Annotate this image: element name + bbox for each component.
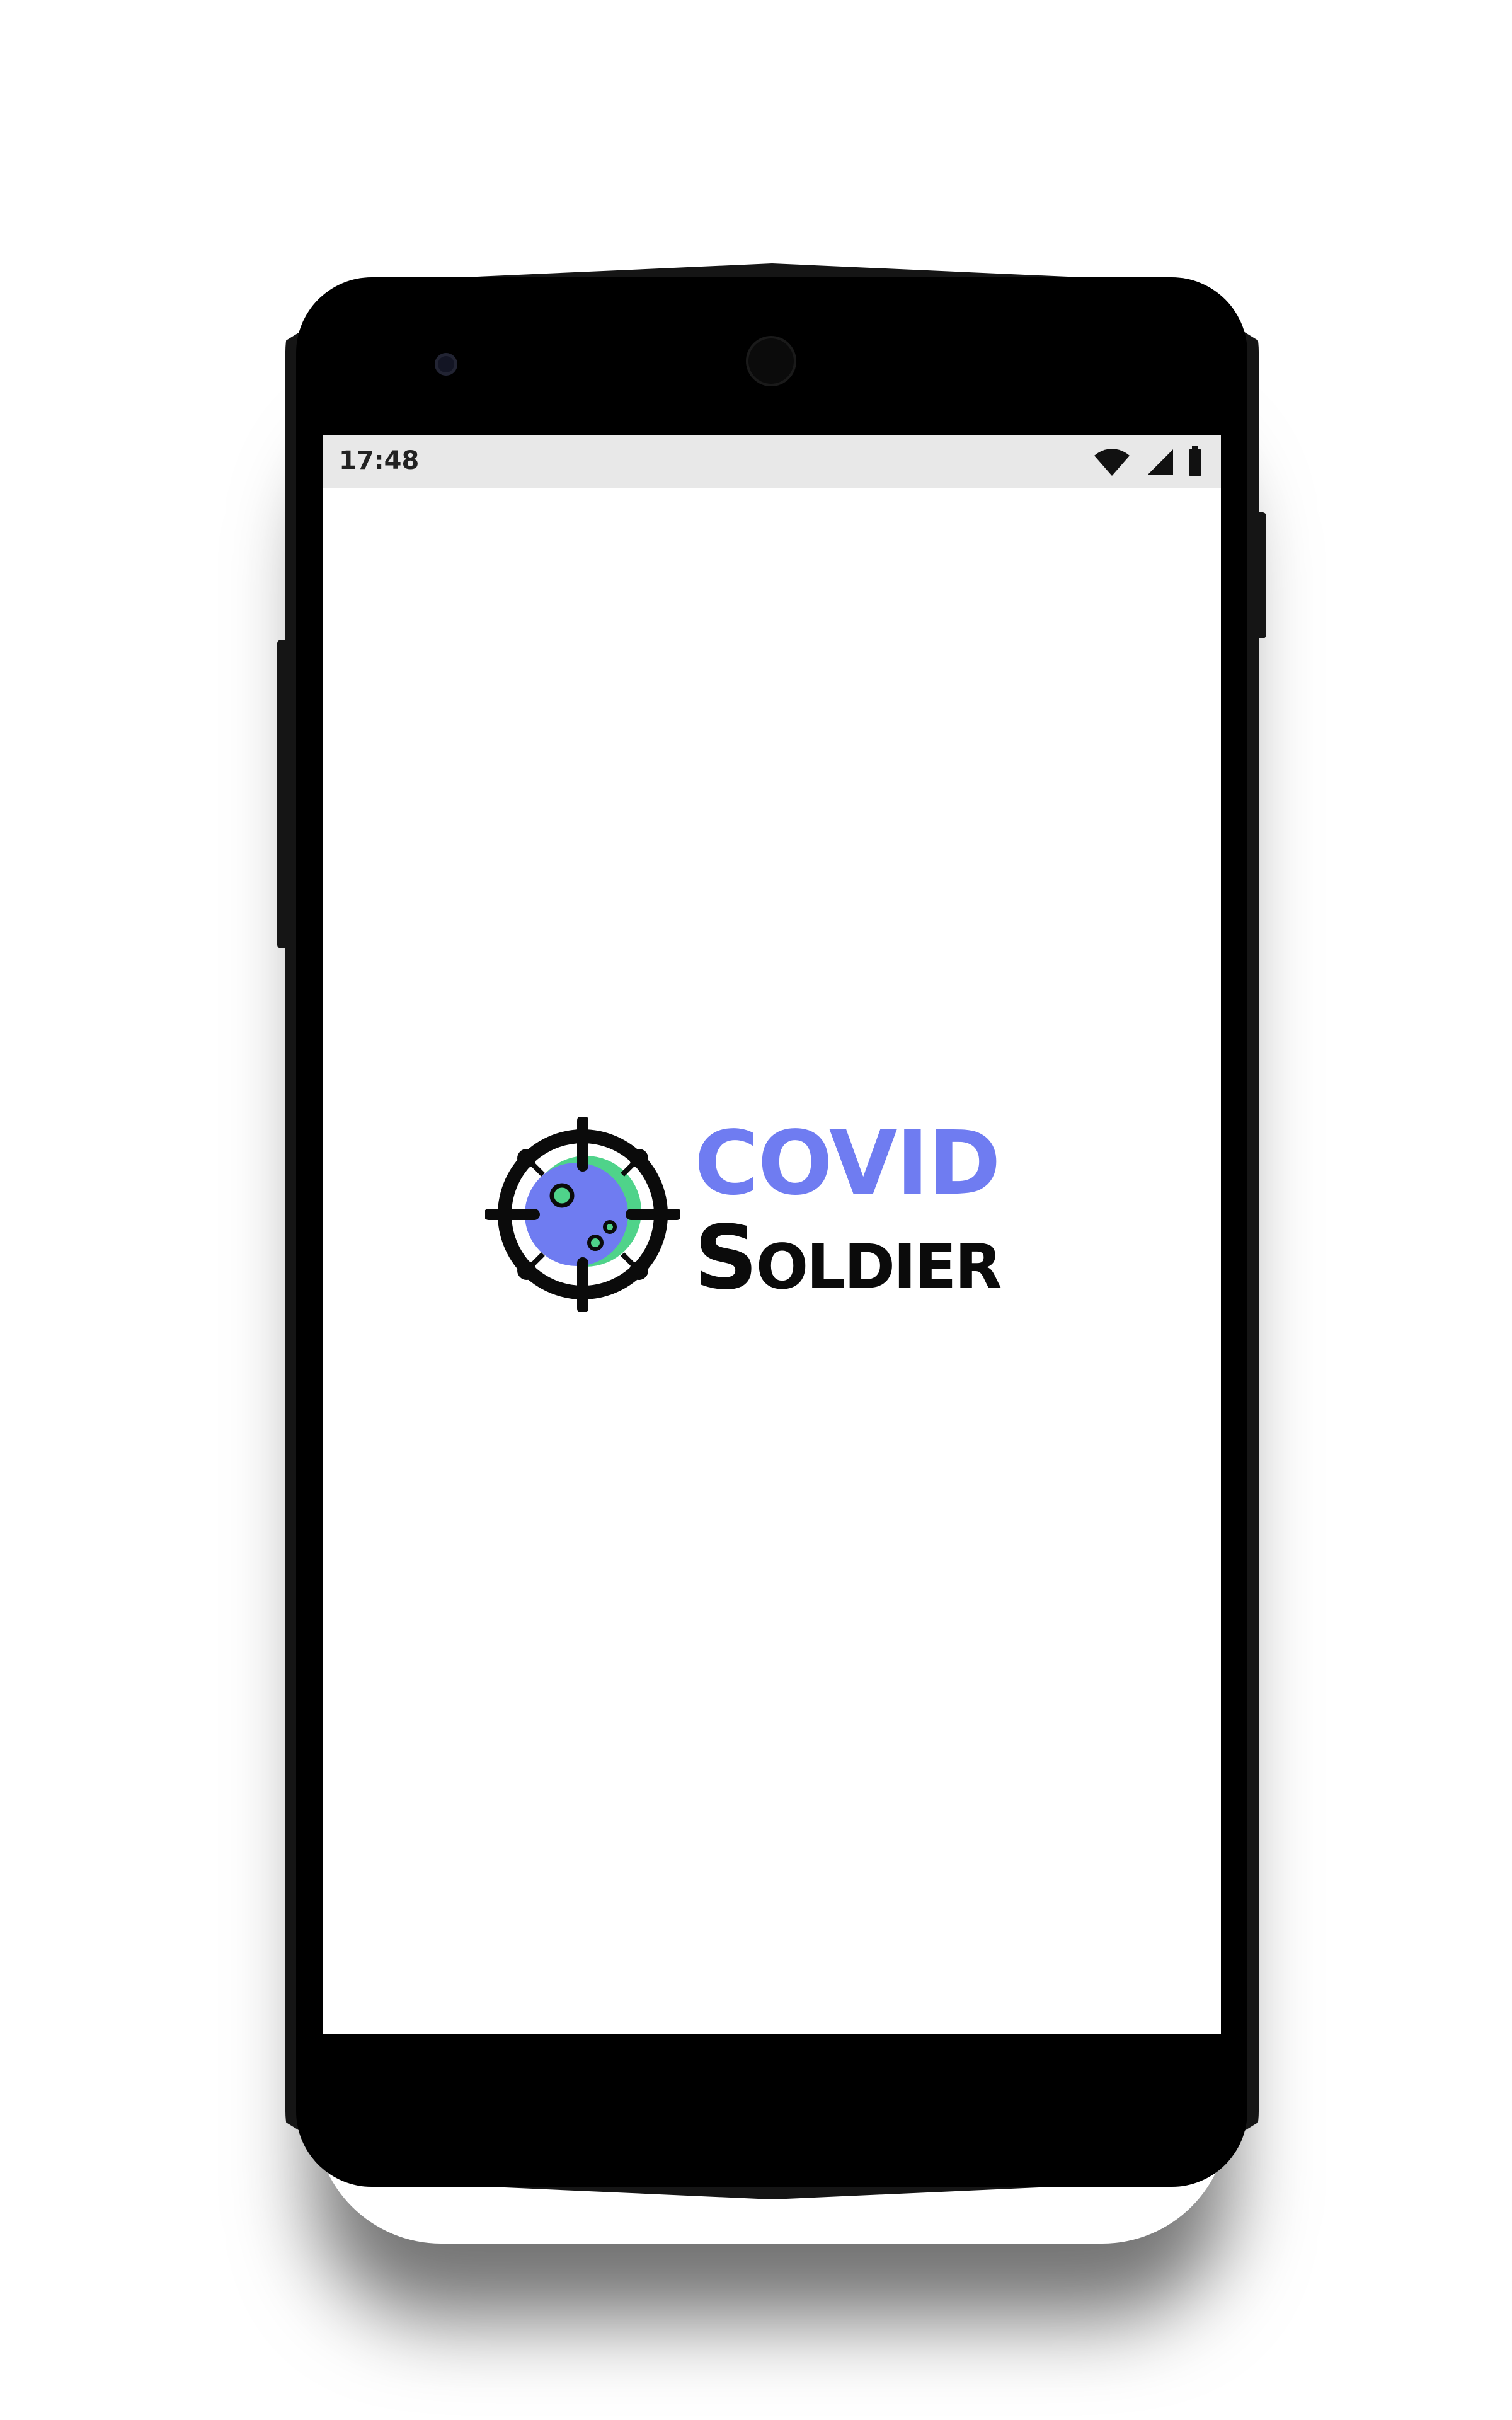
battery-icon bbox=[1188, 446, 1202, 476]
app-screen: 17:48 COVID Soldier bbox=[323, 435, 1221, 2034]
wifi-icon bbox=[1092, 446, 1131, 477]
splash-logo: COVID Soldier bbox=[483, 1112, 1065, 1318]
brand-name-soldier: Soldier bbox=[694, 1207, 1002, 1310]
status-bar: 17:48 bbox=[323, 435, 1221, 488]
cellular-signal-icon bbox=[1145, 447, 1174, 476]
status-time: 17:48 bbox=[339, 446, 420, 475]
proximity-sensor bbox=[435, 353, 457, 376]
status-icons bbox=[1092, 444, 1202, 479]
virus-crosshair-icon bbox=[483, 1115, 682, 1314]
front-camera bbox=[746, 336, 796, 386]
mockup-stage: 17:48 COVID Soldier bbox=[0, 0, 1512, 2420]
brand-name-covid: COVID bbox=[694, 1112, 1001, 1215]
